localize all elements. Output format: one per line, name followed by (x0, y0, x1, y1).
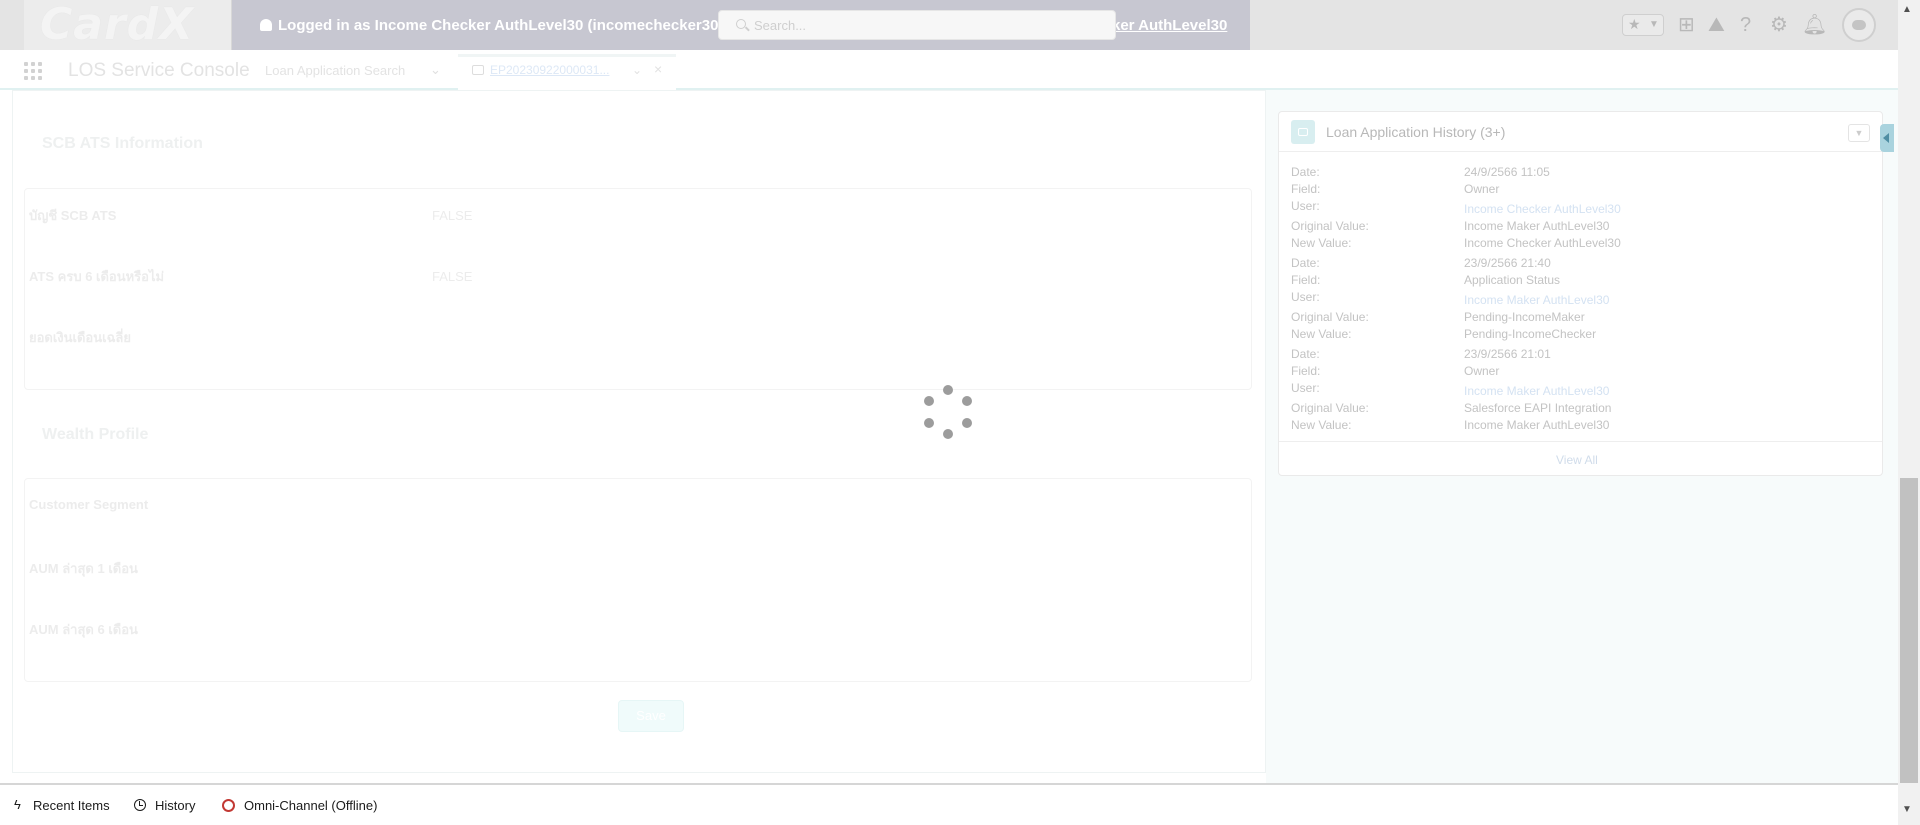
history-new-label: New Value: (1291, 236, 1352, 250)
history-original-value: Pending-IncomeMaker (1464, 310, 1585, 324)
history-card-title[interactable]: Loan Application History (3+) (1326, 124, 1505, 140)
spinner-dot (962, 396, 972, 406)
history-date-label: Date: (1291, 347, 1320, 361)
history-date-value: 24/9/2566 11:05 (1464, 165, 1550, 179)
chevron-down-icon[interactable]: ⌄ (430, 62, 441, 78)
utility-history[interactable]: History (155, 798, 195, 813)
nav-item-loan-application-search[interactable]: Loan Application Search (265, 63, 405, 78)
wealth-profile-fields (24, 478, 1252, 682)
history-icon (1291, 120, 1315, 144)
field-label: ATS ครบ 6 เดือนหรือไม่ (29, 269, 165, 284)
spinner-dot (943, 385, 953, 395)
chevron-down-icon[interactable]: ▼ (1848, 124, 1870, 142)
login-as-text: Logged in as Income Checker AuthLevel30 … (260, 17, 733, 34)
field-label: AUM ล่าสุด 6 เดือน (29, 622, 138, 637)
section-title-wealth-profile: Wealth Profile (42, 426, 149, 443)
global-actions-icon[interactable]: ⊞ (1678, 13, 1695, 37)
bell-icon[interactable]: 🔔︎ (1802, 13, 1827, 37)
workspace-tab-label[interactable]: EP20230922000031... (490, 63, 609, 77)
history-new-value: Income Checker AuthLevel30 (1464, 236, 1621, 250)
favorites-button[interactable]: ★ ▼ (1622, 14, 1664, 36)
history-original-value: Income Maker AuthLevel30 (1464, 219, 1610, 233)
history-user-link[interactable]: Income Checker AuthLevel30 (1464, 202, 1621, 216)
trailhead-icon[interactable]: ⛰ (1708, 13, 1725, 37)
field-label: Customer Segment (29, 497, 149, 512)
scroll-up-arrow-icon[interactable]: ▲ (1902, 4, 1912, 15)
login-as-user-link[interactable]: ker AuthLevel30 (1112, 17, 1227, 34)
lightning-icon: ϟ (14, 797, 21, 812)
utility-omni-channel[interactable]: Omni-Channel (Offline) (244, 798, 377, 813)
loading-spinner (922, 385, 974, 439)
field-value: FALSE (432, 269, 473, 284)
view-all-link[interactable]: View All (1556, 453, 1598, 467)
scrollbar-thumb[interactable] (1900, 478, 1918, 783)
history-new-value: Income Maker AuthLevel30 (1464, 418, 1610, 432)
search-placeholder: Search... (754, 18, 807, 33)
history-user-link[interactable]: Income Maker AuthLevel30 (1464, 384, 1609, 398)
panel-toggle-button[interactable] (1880, 124, 1894, 152)
clock-icon (134, 799, 146, 811)
utility-recent-items[interactable]: Recent Items (33, 798, 110, 813)
section-title-scb-ats: SCB ATS Information (42, 135, 203, 152)
history-new-label: New Value: (1291, 327, 1352, 341)
app-launcher-icon[interactable] (24, 62, 44, 80)
spinner-dot (924, 418, 934, 428)
spinner-dot (924, 396, 934, 406)
spinner-dot (962, 418, 972, 428)
avatar[interactable] (1842, 8, 1876, 42)
logo-container[interactable]: CardX (24, 0, 232, 50)
scb-ats-fields (24, 188, 1252, 390)
field-label: บัญชี SCB ATS (29, 208, 117, 223)
help-icon[interactable]: ? (1740, 13, 1751, 37)
login-as-label: Logged in as Income Checker AuthLevel30 … (278, 17, 734, 34)
save-button[interactable]: Save (618, 700, 684, 732)
history-new-value: Pending-IncomeChecker (1464, 327, 1597, 341)
omni-channel-status-icon (222, 799, 235, 812)
history-field-value: Application Status (1464, 273, 1561, 287)
app-name: LOS Service Console (68, 60, 250, 81)
history-new-label: New Value: (1291, 418, 1352, 432)
history-date-label: Date: (1291, 165, 1320, 179)
chevron-down-icon[interactable]: ⌄ (632, 63, 642, 77)
history-field-label: Field: (1291, 273, 1321, 287)
field-value: FALSE (432, 208, 473, 223)
history-user-label: User: (1291, 290, 1320, 304)
field-label: ยอดเงินเดือนเฉลี่ย (29, 330, 132, 345)
history-original-label: Original Value: (1291, 219, 1369, 233)
history-original-label: Original Value: (1291, 401, 1369, 415)
field-label: AUM ล่าสุด 1 เดือน (29, 561, 138, 576)
history-date-label: Date: (1291, 256, 1320, 270)
history-user-label: User: (1291, 381, 1320, 395)
cardx-logo: CardX (40, 0, 195, 50)
scroll-down-arrow-icon[interactable]: ▼ (1902, 804, 1912, 815)
history-original-label: Original Value: (1291, 310, 1369, 324)
history-date-value: 23/9/2566 21:40 (1464, 256, 1551, 270)
history-field-label: Field: (1291, 364, 1321, 378)
user-icon (260, 19, 272, 31)
history-field-label: Field: (1291, 182, 1321, 196)
history-user-link[interactable]: Income Maker AuthLevel30 (1464, 293, 1609, 307)
star-icon: ★ (1628, 16, 1641, 32)
history-field-value: Owner (1464, 182, 1500, 196)
history-date-value: 23/9/2566 21:01 (1464, 347, 1551, 361)
gear-icon[interactable]: ⚙ (1770, 13, 1788, 37)
history-original-value: Salesforce EAPI Integration (1464, 401, 1612, 415)
history-user-label: User: (1291, 199, 1320, 213)
spinner-dot (943, 429, 953, 439)
chevron-down-icon: ▼ (1649, 19, 1659, 30)
close-icon[interactable]: × (654, 61, 662, 77)
history-field-value: Owner (1464, 364, 1500, 378)
record-icon (472, 65, 484, 75)
search-icon (736, 19, 746, 29)
